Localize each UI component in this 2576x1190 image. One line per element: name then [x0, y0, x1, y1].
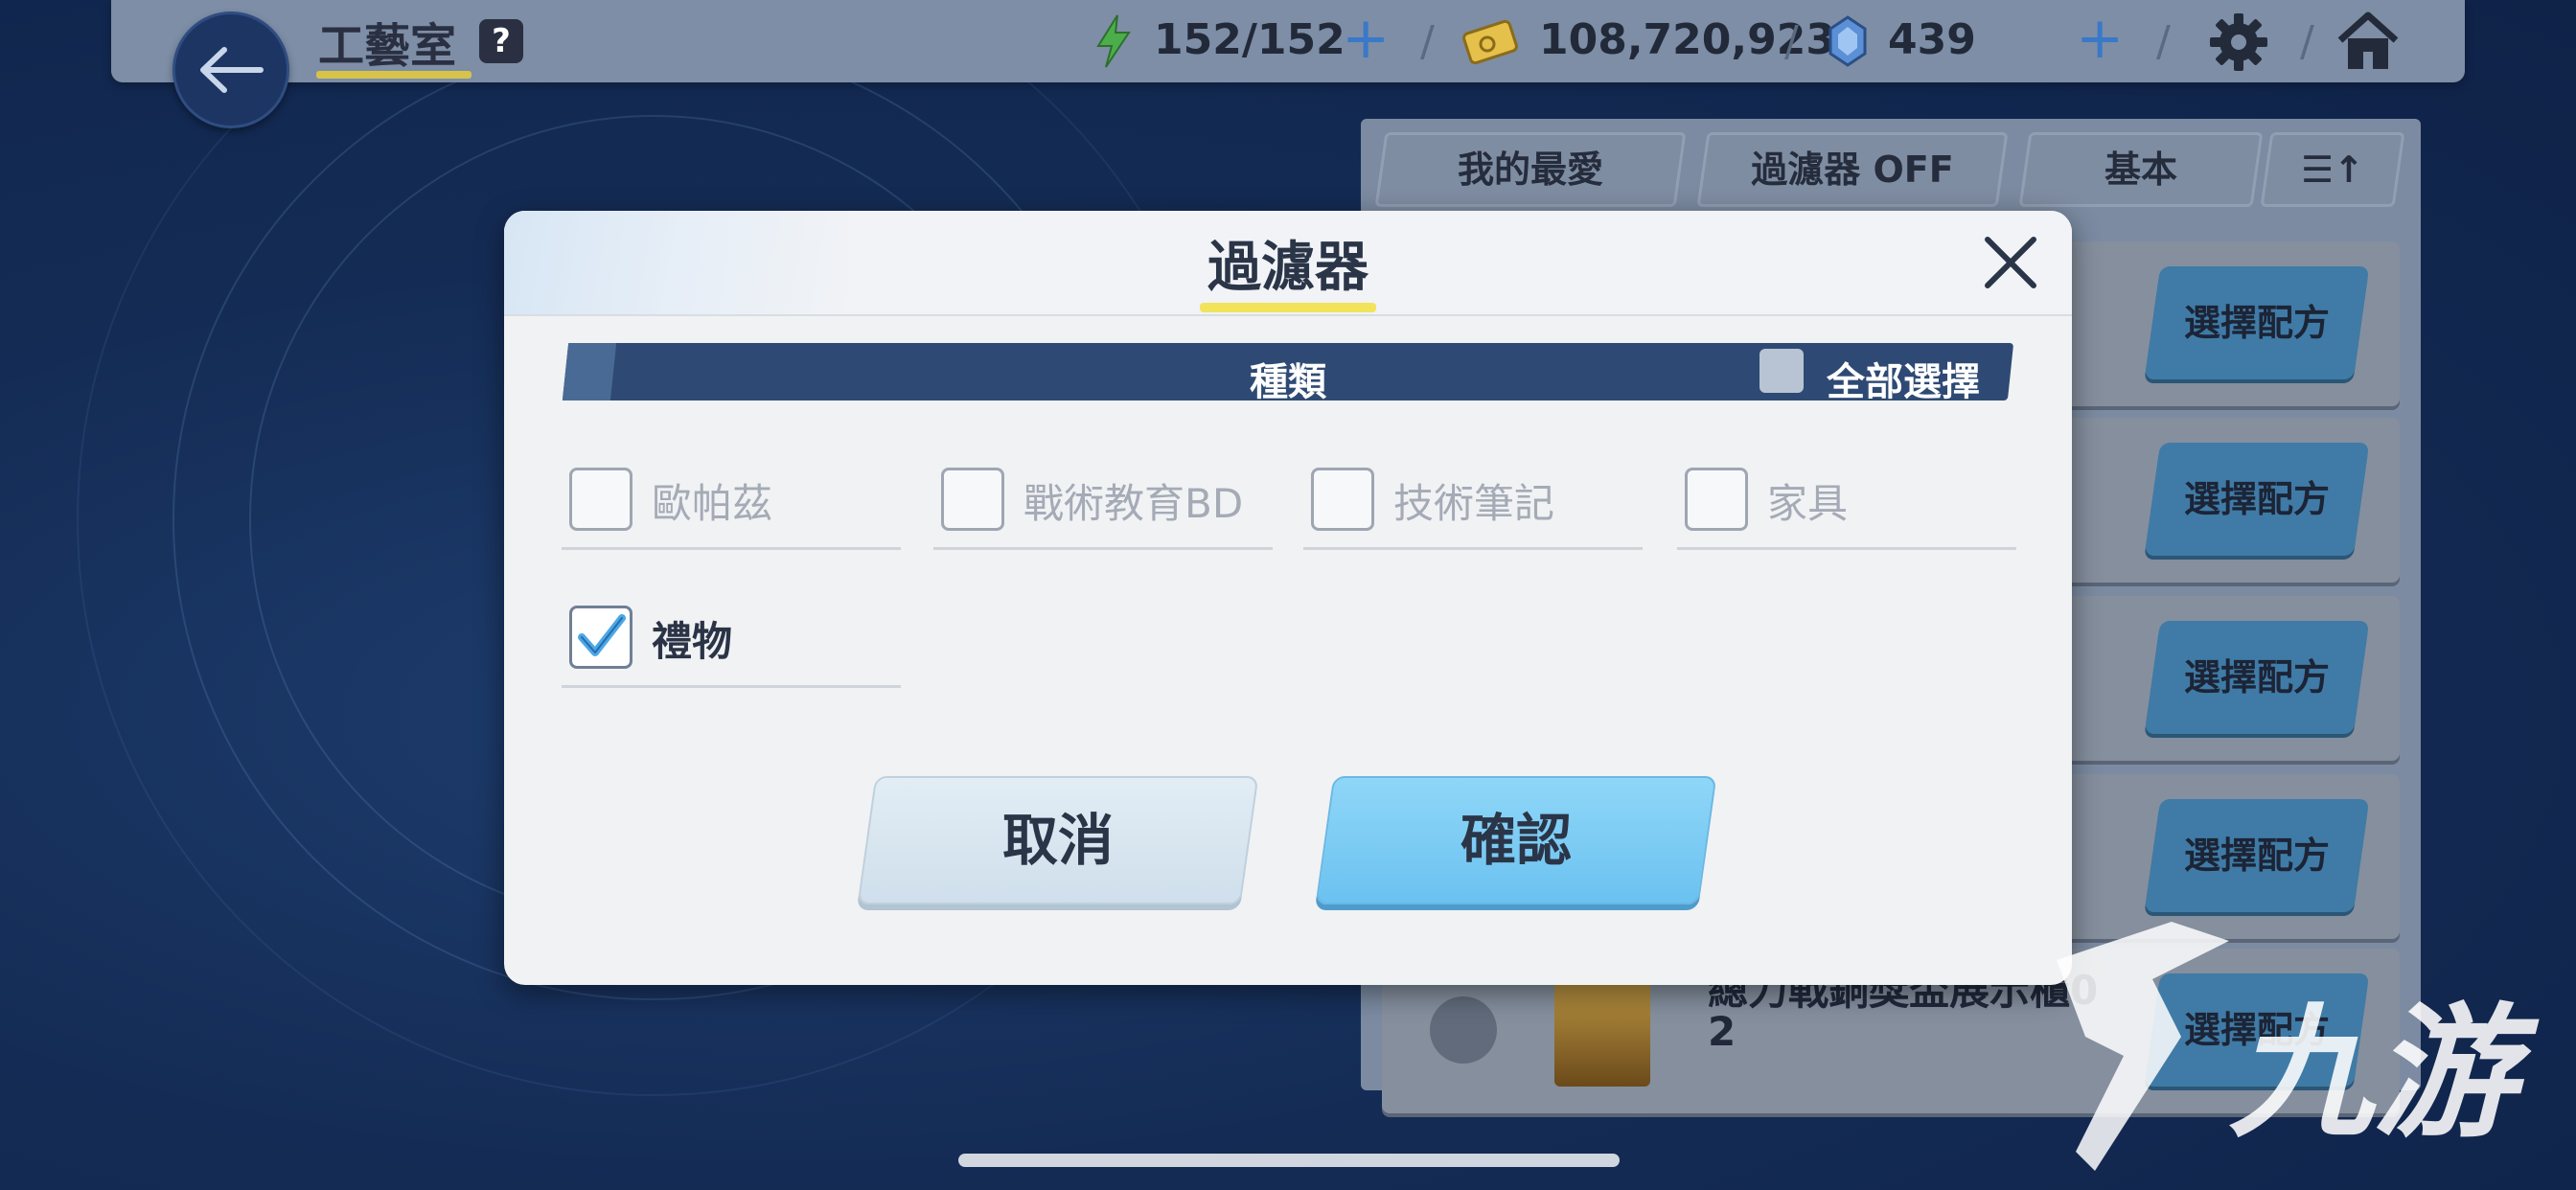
tab-filter[interactable]: 過濾器 OFF [1696, 132, 2009, 207]
add-gems-button[interactable]: + [2076, 10, 2124, 67]
dialog-title: 過濾器 [1208, 237, 1368, 299]
divider [1677, 547, 2016, 550]
filter-option-label: 戰術教育BD [1024, 480, 1244, 527]
filter-option-ooparts[interactable]: 歐帕茲 [562, 445, 901, 550]
select-recipe-label: 選擇配方 [2183, 835, 2330, 877]
watermark-text: 九游 [2229, 991, 2540, 1157]
select-recipe-label: 選擇配方 [2183, 478, 2330, 520]
divider: / [1784, 17, 1799, 66]
select-all-label: 全部選擇 [1827, 360, 1980, 404]
select-recipe-button[interactable]: 選擇配方 [2144, 799, 2370, 912]
arrow-left-icon [200, 47, 264, 93]
cancel-button[interactable]: 取消 [857, 776, 1259, 904]
divider [562, 547, 901, 550]
filter-option-label: 家具 [1767, 480, 1849, 527]
page-title: 工藝室 [318, 19, 457, 73]
divider [1303, 547, 1643, 550]
checkbox-checked[interactable] [569, 606, 632, 669]
checkmark-icon [578, 614, 626, 656]
checkbox[interactable] [569, 468, 632, 531]
filter-option-furniture[interactable]: 家具 [1677, 445, 2016, 550]
filter-option-tactical-bd[interactable]: 戰術教育BD [933, 445, 1273, 550]
jiuyou-watermark-logo: 九游 [2057, 922, 2540, 1171]
select-recipe-button[interactable]: 選擇配方 [2144, 443, 2370, 556]
tab-favorites[interactable]: 我的最愛 [1374, 132, 1687, 207]
cancel-button-label: 取消 [1001, 808, 1114, 873]
divider [562, 685, 901, 688]
filter-option-gift[interactable]: 禮物 [562, 583, 901, 688]
checkbox[interactable] [1311, 468, 1374, 531]
select-recipe-button[interactable]: 選擇配方 [2144, 621, 2370, 734]
divider: / [2156, 17, 2171, 66]
sort-order-label: ☰↑ [2301, 149, 2364, 191]
list-item-subtitle: 2 [1708, 1008, 1736, 1055]
gems-value: 439 [1888, 15, 1976, 64]
sort-order-button[interactable]: ☰↑ [2260, 132, 2405, 207]
dialog-title-underline [1200, 303, 1376, 312]
select-recipe-button[interactable]: 選擇配方 [2144, 266, 2370, 379]
filter-option-label: 歐帕茲 [652, 480, 773, 527]
filter-option-tech-notes[interactable]: 技術筆記 [1303, 445, 1643, 550]
home-icon[interactable] [2336, 10, 2400, 73]
lightning-icon [1096, 14, 1131, 68]
gem-icon [1828, 15, 1867, 67]
stamina-value: 152/152 [1154, 15, 1346, 64]
favorite-star-icon[interactable] [1430, 996, 1497, 1064]
select-all-checkbox[interactable] [1760, 349, 1804, 393]
page-title-underline [316, 71, 472, 79]
credit-card-icon [1462, 19, 1518, 65]
filter-option-label: 技術筆記 [1393, 480, 1555, 527]
tab-favorites-label: 我的最愛 [1457, 149, 1603, 191]
select-recipe-label: 選擇配方 [2183, 656, 2330, 698]
add-stamina-button[interactable]: + [1342, 10, 1390, 67]
tab-sort-basic[interactable]: 基本 [2018, 132, 2264, 207]
checkbox[interactable] [941, 468, 1004, 531]
divider: / [1420, 17, 1435, 66]
home-indicator[interactable] [958, 1154, 1620, 1167]
filter-dialog: 過濾器 種類 全部選擇 歐帕茲 戰術教育BD 技術筆記 家具 禮物 取消 確認 [504, 211, 2072, 985]
select-recipe-label: 選擇配方 [2183, 302, 2330, 344]
filter-option-label: 禮物 [652, 618, 733, 665]
divider [933, 547, 1273, 550]
close-icon[interactable] [1976, 228, 2045, 297]
checkbox[interactable] [1685, 468, 1748, 531]
help-button[interactable]: ? [479, 19, 523, 63]
gear-icon[interactable] [2208, 11, 2269, 73]
confirm-button[interactable]: 確認 [1315, 776, 1717, 904]
tab-filter-label: 過濾器 OFF [1751, 149, 1954, 191]
tab-sort-basic-label: 基本 [2104, 149, 2177, 191]
divider: / [2300, 17, 2314, 66]
confirm-button-label: 確認 [1460, 808, 1572, 873]
back-button[interactable] [172, 11, 289, 128]
